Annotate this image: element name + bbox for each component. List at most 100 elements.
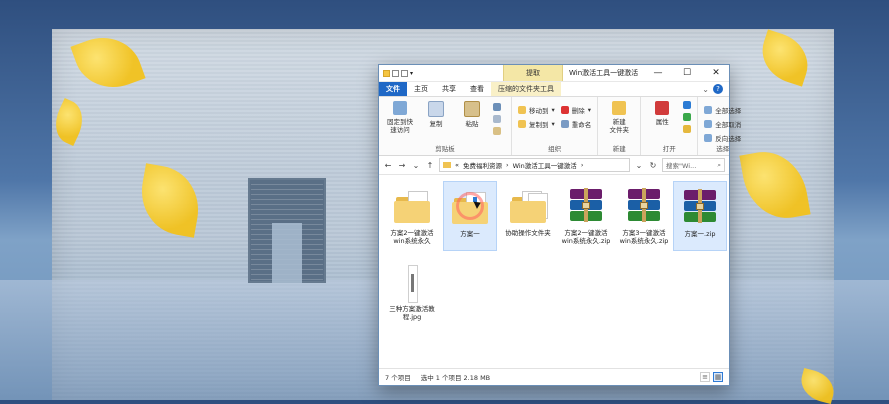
new-folder-button[interactable]: 新建 文件夹 — [604, 101, 634, 134]
new-folder-icon — [612, 101, 627, 115]
paste-shortcut-button[interactable] — [493, 127, 501, 135]
breadcrumb-item[interactable]: 免费福利资源 — [463, 160, 502, 170]
building-wallpaper — [248, 178, 326, 283]
open-small-buttons — [683, 101, 692, 133]
pin-to-quick-access-button[interactable]: 固定到快 速访问 — [385, 101, 415, 134]
breadcrumb-separator: « — [455, 161, 459, 169]
building-opening — [272, 223, 302, 283]
delete-button[interactable]: 删除 ▾ — [560, 105, 592, 115]
minimize-button[interactable]: — — [651, 68, 665, 78]
title-bar: ▾ 提取 Win激活工具一键激活 — ☐ ✕ — [379, 65, 729, 82]
tab-share[interactable]: 共享 — [435, 82, 463, 96]
copy-icon — [428, 101, 444, 117]
clipboard-group-name: 剪贴板 — [435, 145, 455, 153]
close-button[interactable]: ✕ — [709, 68, 723, 78]
delete-label: 删除 — [571, 107, 585, 115]
back-arrow-icon[interactable]: ← — [383, 161, 393, 170]
winrar-books — [684, 189, 716, 224]
winrar-archive-icon — [624, 185, 664, 225]
edit-icon — [683, 113, 692, 121]
select-all-icon — [704, 106, 713, 114]
list-item[interactable]: 方案3一键激活 win系统永久.zip — [617, 181, 671, 251]
copy-button[interactable]: 复制 — [421, 101, 451, 128]
help-icon[interactable]: ? — [713, 84, 723, 94]
select-none-label: 全部取消 — [715, 121, 742, 129]
chevron-down-icon[interactable]: ▾ — [410, 70, 417, 77]
select-buttons: 全部选择 全部取消 反向选择 — [704, 101, 741, 143]
winrar-buckle — [696, 203, 704, 210]
list-item[interactable]: 方案一 — [443, 181, 497, 251]
item-count: 7 个项目 — [385, 374, 411, 382]
details-view-icon[interactable]: ≡ — [700, 372, 710, 382]
clipboard-group: 固定到快 速访问 复制 粘贴 剪贴板 — [379, 97, 512, 155]
recent-locations-icon[interactable]: ⌄ — [411, 161, 421, 170]
maximize-button[interactable]: ☐ — [680, 68, 694, 78]
paste-button[interactable]: 粘贴 — [457, 101, 487, 128]
scissors-icon — [493, 103, 501, 111]
winrar-archive-icon — [566, 185, 606, 225]
winrar-buckle — [582, 202, 590, 209]
copy-label: 复制 — [429, 120, 443, 128]
refresh-icon[interactable]: ↻ — [648, 161, 658, 170]
ribbon-tabs: 文件 主页 共享 查看 压缩的文件夹工具 ⌄ ? — [379, 82, 729, 97]
organize-group: 移动到 ▾ 复制到 ▾ 删除 ▾ 重命名 组织 — [512, 97, 599, 155]
forward-arrow-icon[interactable]: → — [397, 161, 407, 170]
up-arrow-icon[interactable]: ↑ — [425, 161, 435, 170]
breadcrumb-separator: › — [580, 161, 584, 169]
select-none-button[interactable]: 全部取消 — [704, 119, 741, 129]
folder-front — [394, 201, 430, 223]
selection-info: 选中 1 个项目 2.18 MB — [420, 374, 491, 382]
rename-icon — [560, 120, 569, 128]
rename-button[interactable]: 重命名 — [560, 119, 591, 129]
ribbon-expand-icon[interactable]: ⌄ — [702, 85, 709, 94]
item-name: 方案3一键激活 win系统永久.zip — [619, 229, 669, 245]
item-name: 方案2一键激活 win系统永久.zip — [561, 229, 611, 245]
copy-to-label: 复制到 — [529, 121, 549, 129]
tab-home[interactable]: 主页 — [407, 82, 435, 96]
new-group: 新建 文件夹 新建 — [598, 97, 642, 155]
dropdown-icon[interactable]: ⌄ — [634, 161, 644, 170]
item-name: 方案一 — [460, 230, 480, 238]
status-bar: 7 个项目 选中 1 个项目 2.18 MB ≡ ▦ — [379, 368, 729, 385]
tab-view[interactable]: 查看 — [463, 82, 491, 96]
breadcrumb-item[interactable]: Win激活工具一键激活 — [513, 160, 577, 170]
organize-group-name: 组织 — [548, 145, 562, 153]
new-folder-icon[interactable] — [401, 69, 408, 77]
item-name: 方案2一键激活 win系统永久 — [390, 229, 434, 245]
open-button[interactable] — [683, 101, 692, 109]
move-to-label: 移动到 — [529, 107, 549, 115]
context-tab-title[interactable]: 提取 — [503, 65, 563, 81]
edit-button[interactable] — [683, 113, 692, 121]
list-item[interactable]: 方案2一键激活 win系统永久.zip — [559, 181, 613, 251]
copy-path-button[interactable] — [493, 115, 501, 123]
chevron-down-icon: ▾ — [551, 120, 555, 128]
folder-front — [510, 201, 546, 223]
list-item[interactable]: 方案2一键激活 win系统永久 — [385, 181, 439, 251]
list-item[interactable]: 三种方案激活教 程.jpg — [385, 257, 439, 327]
cut-button[interactable] — [493, 103, 501, 111]
window-controls: — ☐ ✕ — [651, 68, 729, 78]
open-group-name: 打开 — [662, 145, 676, 153]
view-switcher: ≡ ▦ — [700, 372, 729, 382]
winrar-archive-icon — [680, 186, 720, 226]
invert-selection-button[interactable]: 反向选择 — [704, 133, 741, 143]
address-bar: ← → ⌄ ↑ « 免费福利资源 › Win激活工具一键激活 › ⌄ ↻ 搜索"… — [379, 156, 729, 175]
history-button[interactable] — [683, 125, 692, 133]
pin-label: 固定到快 速访问 — [387, 118, 413, 134]
large-icons-view-icon[interactable]: ▦ — [713, 372, 723, 382]
search-icon: ⌕ — [717, 160, 721, 169]
search-input[interactable]: 搜索"Wi... ⌕ — [662, 158, 725, 172]
tab-file[interactable]: 文件 — [379, 82, 407, 96]
breadcrumb[interactable]: « 免费福利资源 › Win激活工具一键激活 › — [439, 158, 630, 172]
invert-label: 反向选择 — [715, 135, 742, 143]
list-item[interactable]: 协助操作文件夹 — [501, 181, 555, 251]
jpg-thumbnail — [408, 265, 418, 303]
move-to-button[interactable]: 移动到 ▾ — [518, 105, 555, 115]
properties-button[interactable]: 属性 — [647, 101, 677, 126]
tab-compressed-folder-tools[interactable]: 压缩的文件夹工具 — [491, 82, 561, 96]
properties-icon[interactable] — [392, 69, 399, 77]
copy-to-button[interactable]: 复制到 ▾ — [518, 119, 555, 129]
select-all-button[interactable]: 全部选择 — [704, 105, 741, 115]
item-name: 方案一.zip — [684, 230, 716, 238]
list-item[interactable]: 方案一.zip — [673, 181, 727, 251]
